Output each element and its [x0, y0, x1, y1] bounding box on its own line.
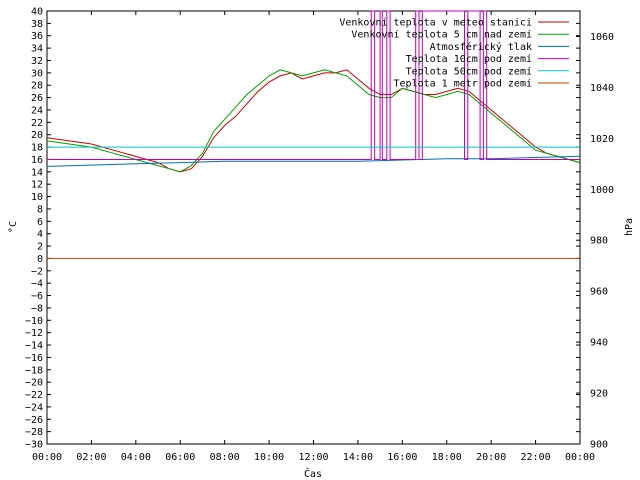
y-right-tick-label: 920 — [590, 389, 608, 400]
y-left-tick-label: −20 — [25, 378, 43, 389]
legend-label: Atmosférický tlak — [430, 41, 532, 53]
y-right-axis: 1060 1040 1020 1000 980 960 940 920 900 — [576, 32, 614, 451]
legend: Venkovní teplota v meteo staniciVenkovní… — [339, 17, 569, 90]
chart-svg: 4038363432302826242220181614121086420−2−… — [8, 7, 635, 480]
x-tick-label: 14:00 — [343, 452, 373, 463]
y-left-tick-label: 0 — [37, 254, 43, 265]
y-right-tick-label: 1040 — [590, 83, 614, 94]
x-tick-label: 04:00 — [121, 452, 151, 463]
y-left-tick-label: 36 — [31, 31, 43, 42]
legend-label: Venkovní teplota 5 cm nad zemí — [351, 29, 532, 41]
x-tick-label: 16:00 — [387, 452, 417, 463]
legend-label: Venkovní teplota v meteo stanici — [339, 17, 532, 29]
y-left-tick-label: −18 — [25, 365, 43, 376]
y-left-tick-label: 40 — [31, 7, 43, 18]
x-tick-label: 12:00 — [298, 452, 328, 463]
y-right-tick-label: 940 — [590, 338, 608, 349]
y-left-tick-label: 8 — [37, 204, 43, 215]
y-left-tick-label: −14 — [25, 341, 43, 352]
y-left-tick-label: 10 — [31, 192, 43, 203]
x-axis-label: Čas — [304, 467, 322, 480]
y-left-tick-label: −24 — [25, 402, 43, 413]
y-left-tick-label: −30 — [25, 440, 43, 451]
y-left-tick-label: 4 — [37, 229, 43, 240]
y-left-tick-label: −12 — [25, 328, 43, 339]
y-left-axis-label: °C — [8, 221, 19, 233]
y-left-tick-label: −10 — [25, 316, 43, 327]
y-right-tick-label: 900 — [590, 440, 608, 451]
y-left-tick-label: −22 — [25, 390, 43, 401]
x-tick-label: 06:00 — [165, 452, 195, 463]
y-left-tick-label: 16 — [31, 155, 43, 166]
y-left-tick-label: 30 — [31, 68, 43, 79]
legend-label: Teplota 1 metr pod zemí — [394, 78, 532, 90]
x-tick-label: 18:00 — [432, 452, 462, 463]
legend-label: Teplota 10cm pod zemí — [406, 53, 532, 65]
y-left-tick-label: −6 — [31, 291, 43, 302]
y-left-tick-label: 26 — [31, 93, 43, 104]
y-right-axis-label: hPa — [624, 218, 635, 236]
y-left-tick-label: 20 — [31, 130, 43, 141]
y-left-tick-label: 12 — [31, 180, 43, 191]
y-right-tick-label: 980 — [590, 236, 608, 247]
x-tick-label: 02:00 — [76, 452, 106, 463]
y-left-tick-label: −2 — [31, 266, 43, 277]
y-left-tick-label: −8 — [31, 303, 43, 314]
y-left-tick-label: −28 — [25, 427, 43, 438]
y-left-tick-label: 38 — [31, 19, 43, 30]
x-tick-label: 20:00 — [476, 452, 506, 463]
x-tick-label: 00:00 — [32, 452, 62, 463]
series-line — [46, 155, 581, 167]
y-left-tick-label: −4 — [31, 279, 43, 290]
legend-label: Teplota 50cm pod zemí — [406, 65, 532, 77]
y-left-tick-label: −16 — [25, 353, 43, 364]
y-left-tick-label: 2 — [37, 242, 43, 253]
x-tick-label: 22:00 — [521, 452, 551, 463]
x-tick-label: 08:00 — [210, 452, 240, 463]
y-left-tick-label: 18 — [31, 143, 43, 154]
y-left-tick-label: 24 — [31, 105, 43, 116]
y-left-tick-label: 32 — [31, 56, 43, 67]
x-tick-label: 00:00 — [565, 452, 595, 463]
y-left-tick-label: 28 — [31, 81, 43, 92]
y-left-tick-label: 34 — [31, 44, 43, 55]
y-right-tick-label: 1000 — [590, 185, 614, 196]
y-right-tick-label: 1060 — [590, 32, 614, 43]
y-right-tick-label: 1020 — [590, 134, 614, 145]
x-tick-label: 10:00 — [254, 452, 284, 463]
y-left-tick-label: 22 — [31, 118, 43, 129]
y-left-tick-label: 14 — [31, 167, 43, 178]
y-right-tick-label: 960 — [590, 287, 608, 298]
y-left-tick-label: 6 — [37, 217, 43, 228]
y-left-tick-label: −26 — [25, 415, 43, 426]
